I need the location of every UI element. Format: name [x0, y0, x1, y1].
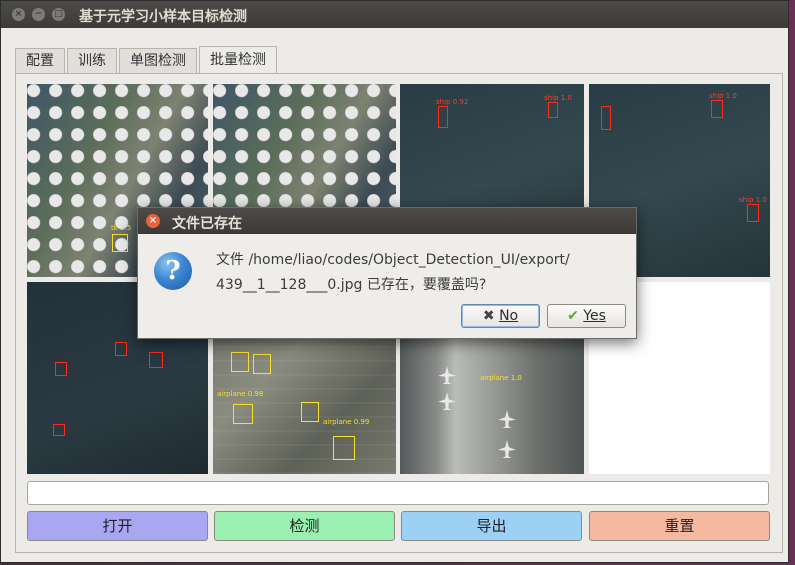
check-icon: ✔ — [567, 308, 579, 324]
airplane-marker — [438, 366, 456, 384]
close-icon[interactable]: × — [12, 8, 25, 21]
tab-single-detect[interactable]: 单图检测 — [119, 48, 197, 73]
detection-label: tk 3.5 — [111, 224, 132, 232]
tab-config[interactable]: 配置 — [15, 48, 65, 73]
question-icon: ? — [154, 252, 192, 290]
detection-box — [747, 204, 759, 222]
title-bar: × − □ 基于元学习小样本目标检测 — [1, 1, 788, 28]
detection-box — [601, 106, 611, 130]
tab-train[interactable]: 训练 — [67, 48, 117, 73]
detection-label: airplane 0.98 — [217, 390, 264, 398]
dialog-close-icon[interactable]: × — [146, 214, 160, 228]
detection-box — [149, 352, 163, 368]
airplane-marker — [438, 392, 456, 410]
detection-label: ship 0.92 — [436, 98, 469, 106]
no-button[interactable]: ✖ No — [461, 304, 540, 328]
detection-box — [711, 100, 723, 118]
dialog-title: 文件已存在 — [172, 216, 242, 232]
detection-box — [253, 354, 271, 374]
tab-bar: 配置 训练 单图检测 批量检测 — [15, 46, 279, 74]
dialog-message-line-1: 文件 /home/liao/codes/Object_Detection_UI/… — [216, 252, 570, 268]
detection-box — [233, 404, 253, 424]
detection-box — [438, 106, 448, 128]
detection-label: ship 1.0 — [709, 92, 737, 100]
detect-button[interactable]: 检测 — [214, 511, 395, 541]
window-title: 基于元学习小样本目标检测 — [79, 9, 247, 25]
detection-box — [333, 436, 355, 460]
open-button[interactable]: 打开 — [27, 511, 208, 541]
tab-batch-detect[interactable]: 批量检测 — [199, 46, 277, 73]
airplane-marker — [498, 440, 516, 458]
detection-label: airplane 1.0 — [480, 374, 522, 382]
detection-label: ship 1.0 — [739, 196, 767, 204]
detection-label: airplane 0.99 — [323, 418, 370, 426]
dialog-title-bar: × 文件已存在 — [138, 208, 636, 234]
no-button-label: No — [499, 308, 519, 324]
dialog-message-line-2: 439__1__128___0.jpg 已存在，要覆盖吗? — [216, 277, 487, 293]
detection-box — [55, 362, 67, 376]
detection-box — [231, 352, 249, 372]
detection-box — [53, 424, 65, 436]
detection-label: ship 1.0 — [544, 94, 572, 102]
detection-box — [112, 234, 128, 252]
path-input[interactable] — [27, 481, 769, 505]
export-button[interactable]: 导出 — [401, 511, 582, 541]
x-icon: ✖ — [482, 308, 495, 324]
reset-button[interactable]: 重置 — [589, 511, 770, 541]
detection-box — [548, 102, 558, 118]
maximize-icon[interactable]: □ — [52, 8, 65, 21]
detection-box — [301, 402, 319, 422]
minimize-icon[interactable]: − — [32, 8, 45, 21]
yes-button-label: Yes — [583, 308, 606, 324]
dialog-message: 文件 /home/liao/codes/Object_Detection_UI/… — [216, 248, 626, 298]
airplane-marker — [498, 410, 516, 428]
detection-box — [115, 342, 127, 356]
yes-button[interactable]: ✔ Yes — [547, 304, 626, 328]
file-exists-dialog: × 文件已存在 ? 文件 /home/liao/codes/Object_Det… — [137, 207, 637, 339]
